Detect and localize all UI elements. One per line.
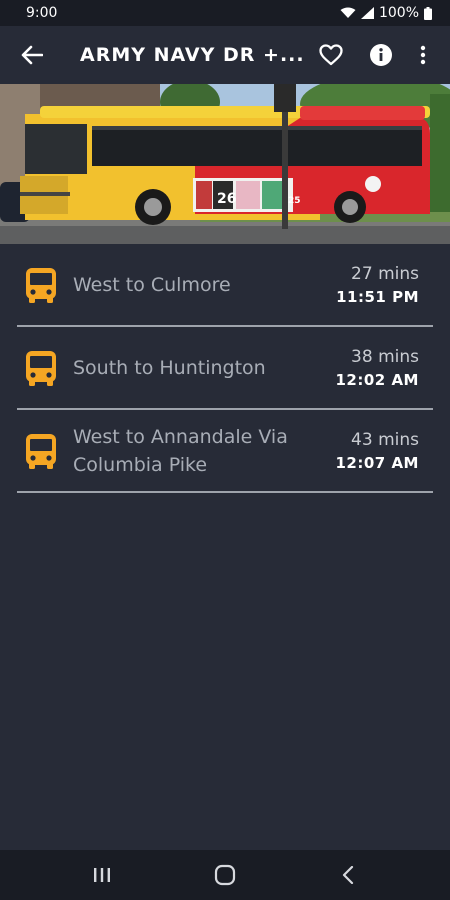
app-bar: ARMY NAVY DR +... [0, 26, 450, 84]
back-arrow-icon [21, 45, 43, 65]
status-time: 9:00 [26, 5, 58, 21]
heart-icon [319, 44, 343, 66]
more-options-button[interactable] [406, 26, 440, 84]
stop-photo: 26 25 [0, 84, 450, 244]
recents-icon [93, 868, 110, 882]
page-title: ARMY NAVY DR +... [80, 44, 302, 66]
status-bar: 9:00 100% [0, 0, 450, 26]
favorite-button[interactable] [306, 26, 356, 84]
system-nav-bar [0, 850, 450, 900]
info-button[interactable] [356, 26, 406, 84]
arrivals-list: West to Culmore 27 mins 11:51 PM South t… [0, 244, 450, 493]
status-icons: 100% [340, 5, 432, 21]
list-item[interactable]: South to Huntington 38 mins 12:02 AM [17, 327, 433, 410]
bus-icon [26, 433, 56, 469]
battery-percent: 100% [378, 5, 419, 21]
bus-icon [26, 350, 56, 386]
app-bar-actions [306, 26, 440, 84]
wifi-icon [340, 7, 356, 18]
arrival-times: 27 mins 11:51 PM [336, 262, 419, 308]
list-item[interactable]: West to Annandale Via Columbia Pike 43 m… [17, 410, 433, 493]
bus-sign-26: 26 [217, 191, 236, 207]
signal-icon [360, 7, 374, 19]
info-icon [370, 44, 392, 66]
battery-icon [424, 6, 432, 20]
arrival-time: 12:07 AM [335, 453, 419, 472]
route-name: West to Annandale Via Columbia Pike [73, 425, 288, 476]
more-vert-icon [420, 45, 426, 65]
bus-photo: 26 25 [0, 84, 450, 244]
list-item[interactable]: West to Culmore 27 mins 11:51 PM [17, 244, 433, 327]
arrival-times: 38 mins 12:02 AM [335, 345, 419, 391]
bus-icon [26, 267, 56, 303]
arrival-minutes: 38 mins [351, 346, 419, 367]
back-icon [343, 866, 354, 884]
arrival-time: 12:02 AM [335, 370, 419, 389]
route-name: South to Huntington [73, 356, 266, 379]
route-name: West to Culmore [73, 273, 231, 296]
home-icon [214, 864, 236, 886]
arrival-minutes: 27 mins [351, 263, 419, 284]
bus-sign-25: 25 [288, 196, 301, 206]
arrival-time: 11:51 PM [336, 287, 419, 306]
back-button[interactable] [7, 26, 57, 84]
home-button[interactable] [195, 850, 255, 900]
arrival-minutes: 43 mins [351, 429, 419, 450]
arrival-times: 43 mins 12:07 AM [335, 428, 419, 474]
system-back-button[interactable] [318, 850, 378, 900]
recents-button[interactable] [72, 850, 132, 900]
